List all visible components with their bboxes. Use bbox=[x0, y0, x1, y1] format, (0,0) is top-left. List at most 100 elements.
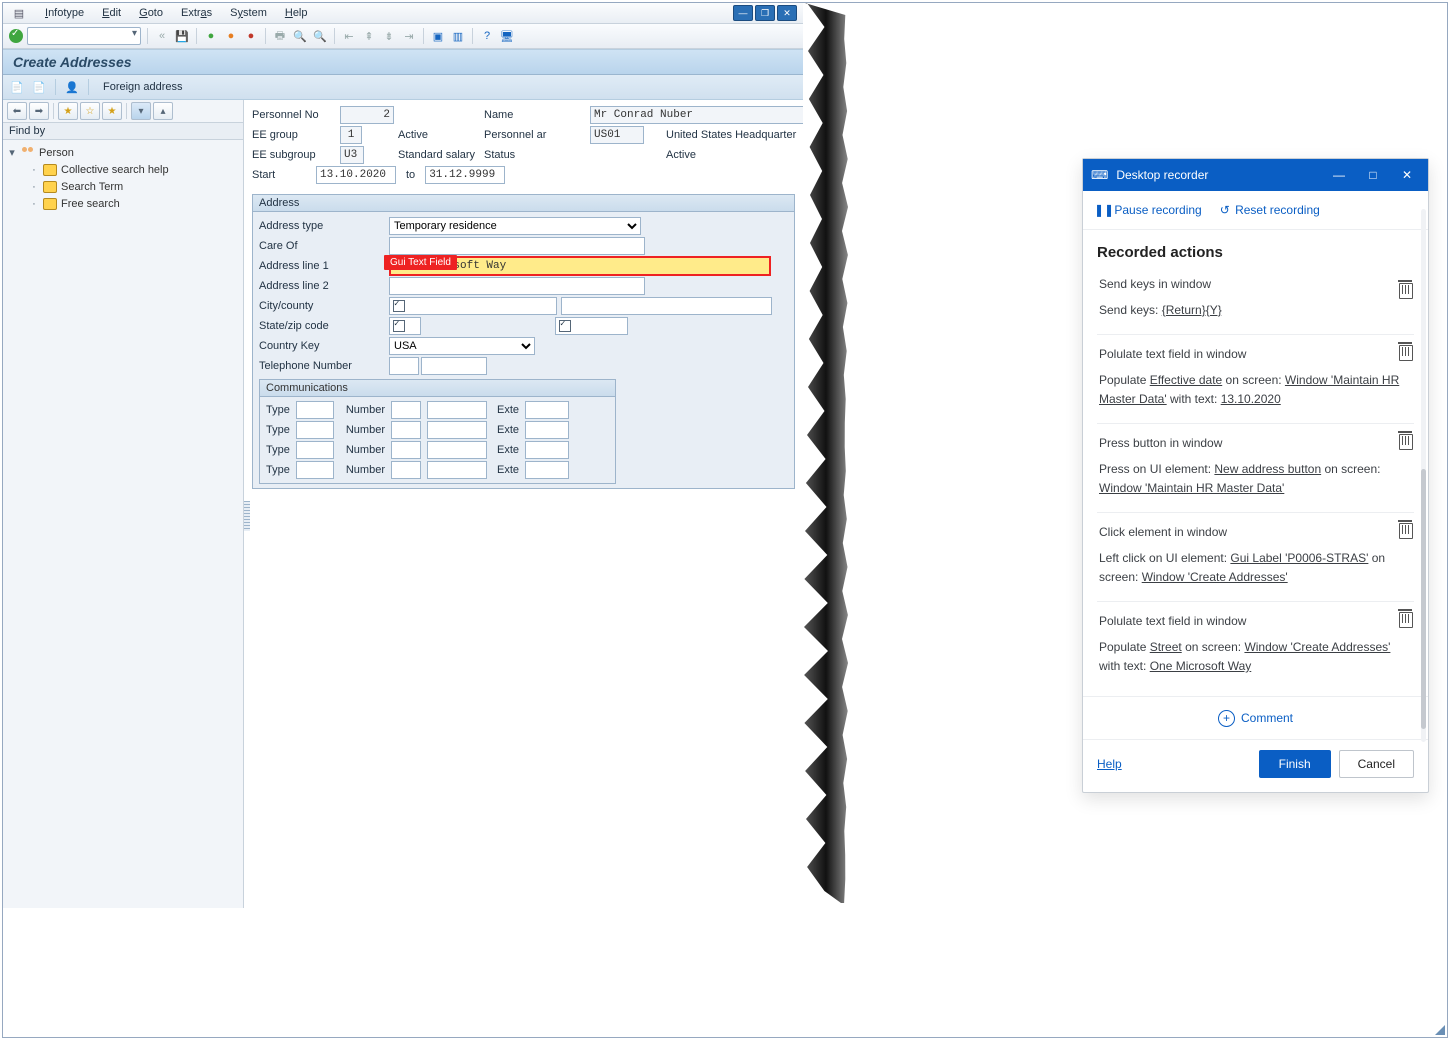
app-menu-icon[interactable]: ▤ bbox=[11, 5, 27, 21]
comm-ext-field[interactable] bbox=[525, 441, 569, 459]
action-link[interactable]: Effective date bbox=[1150, 373, 1223, 387]
tree-search-term[interactable]: ·Search Term bbox=[7, 178, 239, 195]
comm-type-field[interactable] bbox=[296, 441, 334, 459]
close-button[interactable]: ✕ bbox=[777, 5, 797, 21]
action-link[interactable]: One Microsoft Way bbox=[1150, 659, 1252, 673]
action-link[interactable]: {Return}{Y} bbox=[1162, 303, 1222, 317]
back-green-icon[interactable]: ● bbox=[203, 28, 219, 44]
comm-num-cc-field[interactable] bbox=[391, 461, 421, 479]
menu-goto[interactable]: Goto bbox=[139, 7, 163, 19]
comm-num-field[interactable] bbox=[427, 461, 487, 479]
recorded-action[interactable]: Polulate text field in windowPopulate Ef… bbox=[1097, 334, 1414, 423]
nav-back-icon[interactable]: ⬅ bbox=[7, 102, 27, 120]
address-type-select[interactable]: Temporary residence bbox=[389, 217, 641, 235]
country-select[interactable]: USA bbox=[389, 337, 535, 355]
expand-all-icon[interactable]: ▾ bbox=[131, 102, 151, 120]
shortcut-icon[interactable]: ▥ bbox=[450, 28, 466, 44]
action-link[interactable]: Gui Label 'P0006-STRAS' bbox=[1230, 551, 1368, 565]
reset-recording-button[interactable]: ↺ Reset recording bbox=[1218, 203, 1320, 217]
recorder-scrollbar[interactable] bbox=[1421, 209, 1426, 742]
menu-help[interactable]: Help bbox=[285, 7, 308, 19]
tree-collective-search[interactable]: ·Collective search help bbox=[7, 161, 239, 178]
finish-button[interactable]: Finish bbox=[1259, 750, 1331, 778]
comm-type-field[interactable] bbox=[296, 401, 334, 419]
recorded-action[interactable]: Press button in windowPress on UI elemen… bbox=[1097, 423, 1414, 512]
help-icon[interactable]: ? bbox=[479, 28, 495, 44]
comm-num-cc-field[interactable] bbox=[391, 441, 421, 459]
person-icon[interactable]: 👤 bbox=[64, 79, 80, 95]
layout-icon[interactable]: 🖥 bbox=[499, 28, 515, 44]
delete-action-button[interactable] bbox=[1398, 434, 1414, 450]
back-icon[interactable]: « bbox=[154, 28, 170, 44]
tree-free-search[interactable]: ·Free search bbox=[7, 195, 239, 212]
comm-num-cc-field[interactable] bbox=[391, 421, 421, 439]
recorded-action[interactable]: Polulate text field in windowPopulate St… bbox=[1097, 601, 1414, 690]
state-field[interactable] bbox=[389, 317, 421, 335]
delete-action-button[interactable] bbox=[1398, 283, 1414, 299]
comm-ext-field[interactable] bbox=[525, 461, 569, 479]
delete-action-button[interactable] bbox=[1398, 612, 1414, 628]
new-session-icon[interactable]: ▣ bbox=[430, 28, 446, 44]
comm-num-cc-field[interactable] bbox=[391, 401, 421, 419]
comm-ext-field[interactable] bbox=[525, 401, 569, 419]
enter-icon[interactable] bbox=[9, 29, 23, 43]
save-icon[interactable]: 💾 bbox=[174, 28, 190, 44]
fav-add-icon[interactable]: ★ bbox=[58, 102, 78, 120]
action-link[interactable]: Street bbox=[1150, 640, 1182, 654]
comm-num-field[interactable] bbox=[427, 421, 487, 439]
recorder-maximize-button[interactable]: □ bbox=[1360, 168, 1386, 182]
splitter-grip[interactable] bbox=[244, 501, 250, 531]
resize-grip-icon[interactable] bbox=[1435, 1025, 1445, 1035]
city-field[interactable] bbox=[389, 297, 557, 315]
restore-button[interactable]: ❐ bbox=[755, 5, 775, 21]
recorded-action[interactable]: Click element in windowLeft click on UI … bbox=[1097, 512, 1414, 601]
add-comment-button[interactable]: + Comment bbox=[1083, 696, 1428, 739]
menu-edit[interactable]: Edit bbox=[102, 7, 121, 19]
personnel-no-field[interactable]: 2 bbox=[340, 106, 394, 124]
recorder-close-button[interactable]: ✕ bbox=[1394, 168, 1420, 182]
nav-fwd-icon[interactable]: ➡ bbox=[29, 102, 49, 120]
tree[interactable]: ▾Person ·Collective search help ·Search … bbox=[3, 140, 243, 216]
delete-action-button[interactable] bbox=[1398, 345, 1414, 361]
fav-star-icon[interactable]: ☆ bbox=[80, 102, 100, 120]
help-link[interactable]: Help bbox=[1097, 757, 1122, 771]
exit-icon[interactable]: ● bbox=[223, 28, 239, 44]
pause-recording-button[interactable]: ❚❚ Pause recording bbox=[1097, 203, 1202, 217]
comm-num-field[interactable] bbox=[427, 441, 487, 459]
trash-icon bbox=[1399, 283, 1413, 299]
recorder-titlebar[interactable]: ⌨ Desktop recorder — □ ✕ bbox=[1083, 159, 1428, 191]
phone-num-field[interactable] bbox=[421, 357, 487, 375]
action-link[interactable]: New address button bbox=[1214, 462, 1321, 476]
menu-extras[interactable]: Extras bbox=[181, 7, 212, 19]
action-link[interactable]: Window 'Maintain HR Master Data' bbox=[1099, 481, 1284, 495]
cancel-icon[interactable]: ● bbox=[243, 28, 259, 44]
action-link[interactable]: 13.10.2020 bbox=[1221, 392, 1281, 406]
collapse-all-icon[interactable]: ▴ bbox=[153, 102, 173, 120]
comm-ext-field[interactable] bbox=[525, 421, 569, 439]
copy-doc-icon[interactable]: 📄 bbox=[31, 79, 47, 95]
action-link[interactable]: Window 'Create Addresses' bbox=[1142, 570, 1288, 584]
start-date-field[interactable]: 13.10.2020 bbox=[316, 166, 396, 184]
cancel-button[interactable]: Cancel bbox=[1339, 750, 1414, 778]
end-date-field[interactable]: 31.12.9999 bbox=[425, 166, 505, 184]
new-doc-icon[interactable]: 📄 bbox=[9, 79, 25, 95]
tree-person[interactable]: ▾Person bbox=[7, 144, 239, 161]
fav-list-icon[interactable]: ★ bbox=[102, 102, 122, 120]
comm-type-field[interactable] bbox=[296, 461, 334, 479]
foreign-address-button[interactable]: Foreign address bbox=[103, 81, 183, 93]
menu-system[interactable]: System bbox=[230, 7, 267, 19]
command-field[interactable] bbox=[27, 27, 141, 45]
care-of-field[interactable] bbox=[389, 237, 645, 255]
county-field[interactable] bbox=[561, 297, 772, 315]
phone-cc-field[interactable] bbox=[389, 357, 419, 375]
address-line2-field[interactable] bbox=[389, 277, 645, 295]
delete-action-button[interactable] bbox=[1398, 523, 1414, 539]
menu-infotype[interactable]: Infotype bbox=[45, 7, 84, 19]
recorded-action[interactable]: Send keys in windowSend keys: {Return}{Y… bbox=[1097, 273, 1414, 334]
zip-field[interactable] bbox=[555, 317, 628, 335]
minimize-button[interactable]: — bbox=[733, 5, 753, 21]
comm-type-field[interactable] bbox=[296, 421, 334, 439]
comm-num-field[interactable] bbox=[427, 401, 487, 419]
action-link[interactable]: Window 'Create Addresses' bbox=[1244, 640, 1390, 654]
recorder-minimize-button[interactable]: — bbox=[1326, 168, 1352, 182]
